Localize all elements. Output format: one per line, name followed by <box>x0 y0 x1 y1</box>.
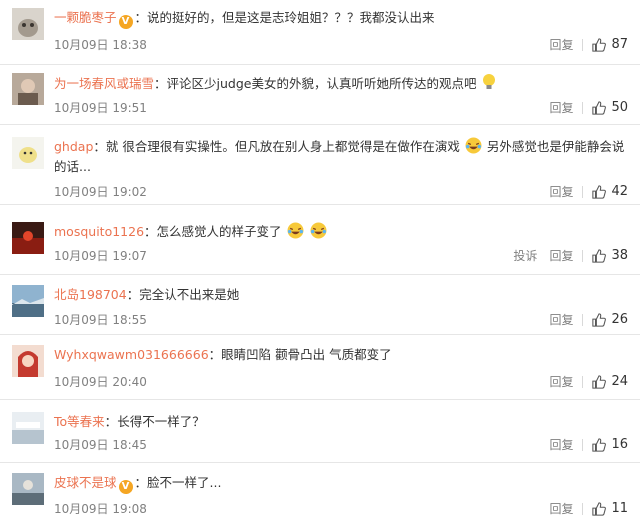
timestamp: 10月09日 18:38 <box>54 38 147 52</box>
thumbs-up-icon <box>592 37 607 52</box>
timestamp: 10月09日 18:45 <box>54 438 147 452</box>
avatar[interactable] <box>12 222 44 254</box>
comment-list: 一颗脆枣子 V ：说的挺好的，但是这是志玲姐姐？？？我都没认出来 10月09日 18… <box>0 0 640 523</box>
timestamp: 10月09日 18:55 <box>54 313 147 327</box>
colon: ： <box>134 10 148 25</box>
colon: ： <box>154 76 167 91</box>
divider <box>582 249 584 262</box>
divider <box>582 375 584 388</box>
like-button[interactable]: 11 <box>592 501 628 516</box>
comment-text: 眼睛凹陷 颧骨凸出 气质都变了 <box>221 347 392 362</box>
timestamp: 10月09日 19:51 <box>54 101 147 115</box>
laugh-cry-emoji-icon <box>310 222 326 239</box>
like-button[interactable]: 16 <box>592 437 628 452</box>
username[interactable]: 北岛198704 <box>54 287 127 302</box>
like-count: 24 <box>611 374 628 389</box>
timestamp: 10月09日 19:08 <box>54 502 147 516</box>
colon: ： <box>208 347 222 362</box>
like-count: 38 <box>611 248 628 263</box>
avatar[interactable] <box>12 412 44 444</box>
divider <box>582 438 584 451</box>
divider <box>582 313 584 326</box>
lightbulb-emoji-icon <box>483 74 496 89</box>
timestamp: 10月09日 19:07 <box>54 249 147 263</box>
like-count: 16 <box>611 437 628 452</box>
thumbs-up-icon <box>592 312 607 327</box>
comment-text: 怎么感觉人的样子变了 <box>156 224 282 239</box>
username[interactable]: ghdap <box>54 139 93 154</box>
thumbs-up-icon <box>592 100 607 115</box>
thumbs-up-icon <box>592 184 607 199</box>
username[interactable]: 为一场春风或瑞雪 <box>54 76 154 91</box>
colon: ： <box>104 414 118 429</box>
comment-text: 完全认不出来是她 <box>139 287 240 302</box>
divider <box>582 502 584 515</box>
like-count: 50 <box>611 100 628 115</box>
timestamp: 10月09日 19:02 <box>54 185 147 199</box>
like-button[interactable]: 38 <box>592 248 628 263</box>
comment-text: 说的挺好的，但是这是志玲姐姐？？？我都没认出来 <box>147 10 435 25</box>
like-button[interactable]: 42 <box>592 184 628 199</box>
like-button[interactable]: 87 <box>592 37 628 52</box>
colon: ： <box>126 287 140 302</box>
thumbs-up-icon <box>592 501 607 516</box>
username[interactable]: To等春来 <box>54 414 105 429</box>
comment-item: mosquito1126：怎么感觉人的样子变了 10月09日 19:07 投诉 … <box>0 205 640 275</box>
reply-button[interactable]: 回复 <box>549 247 573 264</box>
reply-button[interactable]: 回复 <box>549 373 573 390</box>
divider <box>582 38 584 51</box>
avatar[interactable] <box>12 73 44 105</box>
like-count: 11 <box>611 501 628 516</box>
reply-button[interactable]: 回复 <box>549 436 573 453</box>
laugh-cry-emoji-icon <box>287 222 304 239</box>
comment-item: 皮球不是球 V ：脸不一样了... 10月09日 19:08 回复 11 <box>0 463 640 523</box>
comment-item: 北岛198704：完全认不出来是她 10月09日 18:55 回复 26 <box>0 275 640 335</box>
username[interactable]: mosquito1126 <box>54 224 144 239</box>
avatar[interactable] <box>12 345 44 377</box>
colon: ： <box>144 224 157 239</box>
like-button[interactable]: 26 <box>592 312 628 327</box>
avatar[interactable] <box>12 473 44 505</box>
thumbs-up-icon <box>592 374 607 389</box>
like-button[interactable]: 24 <box>592 374 628 389</box>
avatar[interactable] <box>12 285 44 317</box>
comment-item: To等春来：长得不一样了？ 10月09日 18:45 回复 16 <box>0 400 640 463</box>
like-count: 87 <box>611 37 628 52</box>
reply-button[interactable]: 回复 <box>549 99 573 116</box>
laugh-cry-emoji-icon <box>465 137 482 154</box>
comment-text: 脸不一样了... <box>147 475 222 490</box>
report-button[interactable]: 投诉 <box>513 247 537 264</box>
comment-text: 评论区少judge美女的外貌，认真听听她所传达的观点吧 <box>166 76 477 91</box>
comment-item: Wyhxqwawm031666666：眼睛凹陷 颧骨凸出 气质都变了 10月09… <box>0 335 640 400</box>
username[interactable]: 皮球不是球 <box>54 475 117 490</box>
comment-text: 就 很合理很有实操性。但凡放在别人身上都觉得是在做作在演戏 <box>105 139 460 154</box>
colon: ： <box>93 139 106 154</box>
username[interactable]: 一颗脆枣子 <box>54 10 117 25</box>
like-count: 42 <box>611 184 628 199</box>
avatar[interactable] <box>12 137 44 169</box>
vip-badge-icon: V <box>118 480 133 494</box>
comment-item: ghdap：就 很合理很有实操性。但凡放在别人身上都觉得是在做作在演戏 另外感觉… <box>0 125 640 205</box>
vip-badge-icon: V <box>118 15 133 29</box>
reply-button[interactable]: 回复 <box>549 183 573 200</box>
avatar[interactable] <box>12 8 44 40</box>
divider <box>582 101 584 114</box>
reply-button[interactable]: 回复 <box>549 311 573 328</box>
reply-button[interactable]: 回复 <box>549 36 573 53</box>
username[interactable]: Wyhxqwawm031666666 <box>54 347 209 362</box>
comment-text: 长得不一样了？ <box>117 414 205 429</box>
like-button[interactable]: 50 <box>592 100 628 115</box>
colon: ： <box>134 475 148 490</box>
comment-item: 一颗脆枣子 V ：说的挺好的，但是这是志玲姐姐？？？我都没认出来 10月09日 18… <box>0 0 640 65</box>
like-count: 26 <box>611 312 628 327</box>
divider <box>582 185 584 198</box>
thumbs-up-icon <box>592 248 607 263</box>
reply-button[interactable]: 回复 <box>549 500 573 517</box>
thumbs-up-icon <box>592 437 607 452</box>
comment-item: 为一场春风或瑞雪：评论区少judge美女的外貌，认真听听她所传达的观点吧 10月… <box>0 65 640 125</box>
timestamp: 10月09日 20:40 <box>54 375 147 389</box>
